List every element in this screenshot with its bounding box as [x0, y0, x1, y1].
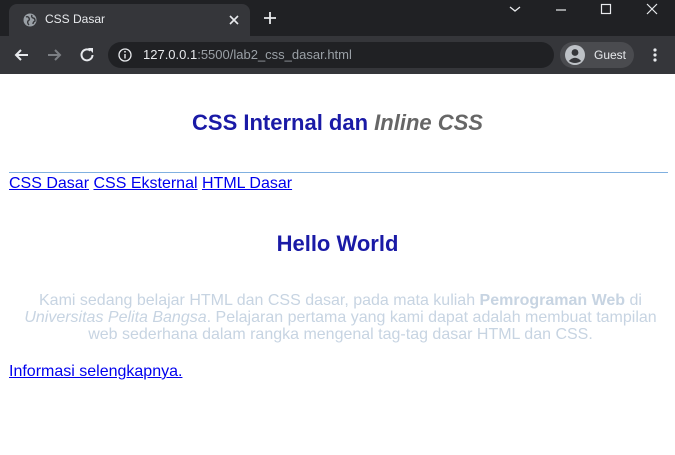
paragraph-bold: Pemrograman Web: [479, 292, 626, 309]
nav-links: CSS Dasar CSS Eksternal HTML Dasar: [9, 175, 292, 193]
kebab-menu-icon[interactable]: [648, 47, 662, 63]
paragraph-italic: Universitas Pelita Bangsa: [24, 309, 207, 326]
avatar-icon: [565, 45, 585, 65]
tab-search-chevron-icon[interactable]: [500, 2, 530, 16]
intro-paragraph: Kami sedang belajar HTML dan CSS dasar, …: [18, 292, 663, 343]
close-tab-icon[interactable]: [226, 12, 242, 28]
tab-title: CSS Dasar: [45, 12, 106, 26]
reload-icon[interactable]: [77, 45, 97, 65]
horizontal-rule: [9, 172, 668, 173]
heading-text: CSS Internal dan: [192, 110, 375, 135]
minimize-icon[interactable]: [546, 2, 576, 16]
browser-toolbar: 127.0.0.1:5500/lab2_css_dasar.html Guest: [0, 36, 675, 74]
info-icon[interactable]: [118, 48, 132, 62]
address-bar[interactable]: 127.0.0.1:5500/lab2_css_dasar.html: [108, 42, 554, 68]
browser-tab[interactable]: CSS Dasar: [9, 4, 250, 36]
paragraph-text-1: Kami sedang belajar HTML dan CSS dasar, …: [39, 292, 480, 309]
heading-italic-text: Inline CSS: [374, 110, 483, 135]
nav-link-css-dasar[interactable]: CSS Dasar: [9, 175, 89, 192]
profile-label: Guest: [594, 48, 627, 62]
forward-arrow-icon[interactable]: [44, 45, 64, 65]
profile-button[interactable]: Guest: [560, 42, 634, 68]
maximize-icon[interactable]: [591, 2, 621, 16]
url-host: 127.0.0.1: [143, 47, 198, 62]
hello-heading: Hello World: [276, 231, 399, 256]
page-heading: CSS Internal dan Inline CSS: [0, 110, 675, 136]
back-arrow-icon[interactable]: [12, 45, 32, 65]
close-window-icon[interactable]: [637, 2, 667, 16]
globe-icon: [23, 13, 37, 27]
more-info-link[interactable]: Informasi selengkapnya.: [9, 363, 182, 381]
new-tab-plus-icon[interactable]: [262, 10, 278, 26]
url-path: :5500/lab2_css_dasar.html: [197, 47, 352, 62]
nav-link-css-eksternal[interactable]: CSS Eksternal: [93, 175, 197, 192]
paragraph-text-2: di: [625, 292, 642, 309]
tab-strip: CSS Dasar: [0, 0, 675, 36]
nav-link-html-dasar[interactable]: HTML Dasar: [202, 175, 292, 192]
url-text[interactable]: 127.0.0.1:5500/lab2_css_dasar.html: [143, 47, 352, 62]
page-content: CSS Internal dan Inline CSS CSS Dasar CS…: [0, 74, 675, 455]
